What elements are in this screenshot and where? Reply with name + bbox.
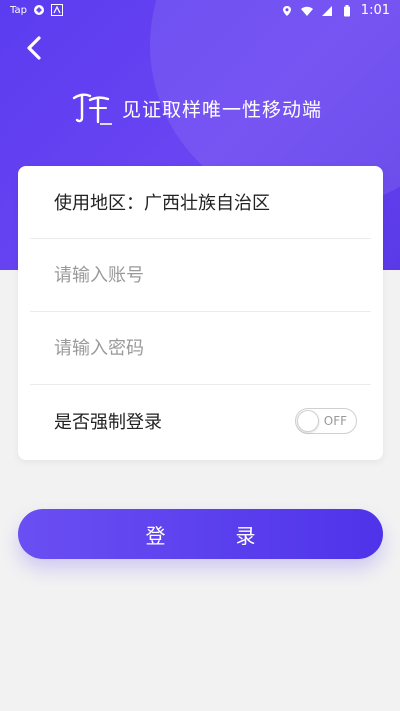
signal-icon [321, 5, 332, 16]
toggle-state-text: OFF [323, 414, 347, 428]
password-row [30, 312, 383, 384]
account-row [30, 239, 383, 311]
app-logo-icon [72, 93, 112, 125]
sync-icon [33, 5, 44, 15]
region-label: 使用地区： [54, 193, 144, 214]
chevron-left-icon [27, 36, 41, 60]
carrier-label: Tap [10, 4, 27, 16]
back-button[interactable] [22, 34, 48, 62]
toggle-knob [297, 410, 319, 432]
status-right: 1:01 [281, 3, 390, 18]
battery-icon [343, 4, 350, 16]
app-title: 见证取样唯一性移动端 [122, 98, 323, 121]
location-icon [282, 5, 291, 16]
status-bar: Tap 1:01 [0, 0, 400, 24]
login-card: 使用地区： 广西壮族自治区 是否强制登录 OFF [18, 166, 383, 460]
clock: 1:01 [360, 3, 390, 18]
password-input[interactable] [54, 337, 344, 359]
force-login-toggle[interactable]: OFF [295, 408, 357, 434]
region-value: 广西壮族自治区 [144, 193, 270, 214]
account-input[interactable] [54, 264, 344, 286]
app-header: 见证取样唯一性移动端 [68, 88, 322, 128]
status-left: Tap [10, 4, 63, 16]
wifi-icon [300, 6, 313, 16]
font-icon [50, 4, 63, 16]
login-button[interactable]: 登录 [18, 509, 383, 559]
region-row[interactable]: 使用地区： 广西壮族自治区 [30, 166, 383, 238]
force-login-label: 是否强制登录 [54, 412, 162, 433]
login-button-label: 登录 [145, 523, 326, 548]
force-login-row: 是否强制登录 OFF [30, 385, 383, 457]
